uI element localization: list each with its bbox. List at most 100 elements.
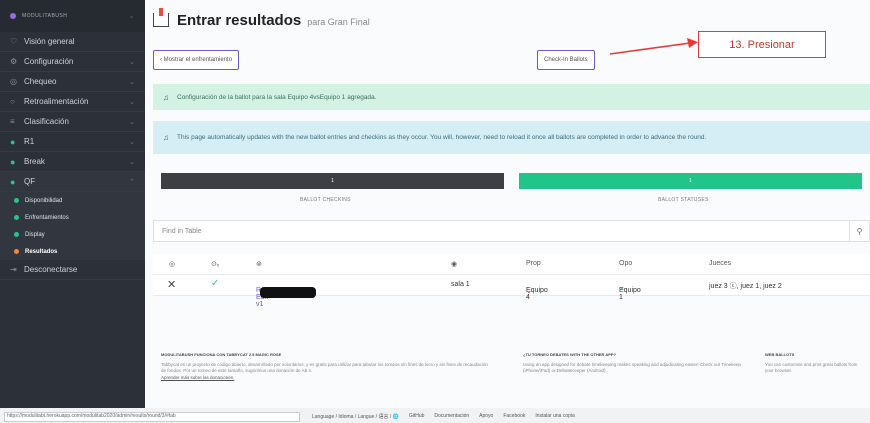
status-url: https://modulitabt.herokuapp.com/modulit… xyxy=(4,412,300,422)
footer-links: Language / Idioma / Langue / 语言 / 🌐 GitH… xyxy=(312,413,575,420)
check-circle-icon: ◎ xyxy=(10,77,17,86)
sidebar-item-label: QF xyxy=(24,177,36,186)
status-bar: https://modulitabt.herokuapp.com/modulit… xyxy=(0,408,870,423)
sidebar-subitem-enfrentamientos[interactable]: Enfrentamientos xyxy=(0,209,145,226)
round-dot-icon: ● xyxy=(10,176,16,187)
show-draw-button[interactable]: ‹ Mostrar el enfrentamiento xyxy=(153,50,240,70)
sidebar-item-chequeo[interactable]: ◎ Chequeo ⌄ xyxy=(0,72,145,92)
sidebar-item-break[interactable]: ● Break ⌄ xyxy=(0,152,145,172)
upload-icon xyxy=(153,8,169,27)
edit-circle-icon[interactable]: ⊚ xyxy=(256,260,262,268)
chevron-down-icon: ⌄ xyxy=(129,58,135,66)
sidebar-item-retroalimentacion[interactable]: ○ Retroalimentación ⌄ xyxy=(0,92,145,112)
sidebar-item-clasificacion[interactable]: ≡ Clasificación ⌄ xyxy=(0,112,145,132)
annotation-arrow xyxy=(609,38,698,55)
language-link[interactable]: Language / Idioma / Langue / 语言 / 🌐 xyxy=(312,413,399,420)
docs-link[interactable]: Documentación xyxy=(434,413,469,420)
list-icon: ≡ xyxy=(10,117,15,126)
github-link[interactable]: GitHub xyxy=(409,413,425,420)
column-header-prop[interactable]: Prop xyxy=(526,260,541,267)
annotation-label: 13. Presionar xyxy=(698,31,826,58)
sidebar-item-label: Clasificación xyxy=(24,117,69,126)
pin-icon[interactable]: ◉ xyxy=(451,260,457,268)
footer-col-apps: ¿TU TORNEO DEBATES WITH THE OTHER APP? U… xyxy=(523,352,748,375)
sidebar-item-r1[interactable]: ● R1 ⌄ xyxy=(0,132,145,152)
comment-icon: ○ xyxy=(10,97,15,106)
column-header-jueces[interactable]: Jueces xyxy=(709,260,731,267)
success-alert-text: Configuración de la ballot para la sala … xyxy=(177,93,377,101)
ballot-checkins-bar: 1 xyxy=(161,173,504,189)
ballot-statuses-label: BALLOT STATUSES xyxy=(658,197,709,203)
footer-heading: WEB BALLOTS xyxy=(765,352,795,357)
table-row: ✕ ✓ Re-Edit v1 sala 1 ⌄ Equipo 4 ⌃ Equip… xyxy=(153,275,870,308)
sidebar-subitem-label: Disponibilidad xyxy=(25,197,63,204)
bullet-icon xyxy=(14,198,19,203)
page-title: Entrar resultados xyxy=(177,11,302,29)
sidebar-item-configuracion[interactable]: ⚙ Configuración ⌄ xyxy=(0,52,145,72)
sidebar-item-vision-general[interactable]: ♡ Visión general xyxy=(0,32,145,52)
sidebar-brand[interactable]: MODULITABUSH ⌄ xyxy=(0,0,145,32)
ballot-statuses-bar: 1 xyxy=(519,173,862,189)
check-out-icon[interactable]: ⊙ₓ xyxy=(211,260,219,268)
sidebar-subitem-label: Resultados xyxy=(25,248,58,255)
opo-team-name: Equipo 1 xyxy=(619,287,641,301)
install-link[interactable]: Instalar una copia xyxy=(535,413,574,420)
status-x-icon: ✕ xyxy=(167,279,177,291)
sidebar: MODULITABUSH ⌄ ♡ Visión general ⚙ Config… xyxy=(0,0,145,410)
redacted-name xyxy=(260,287,316,298)
prop-team-name: Equipo 4 xyxy=(526,287,548,301)
bullet-icon xyxy=(14,215,19,220)
logout-icon: ⇥ xyxy=(10,265,17,274)
sidebar-subitem-resultados[interactable]: Resultados xyxy=(0,243,145,260)
sidebar-subitem-disponibilidad[interactable]: Disponibilidad xyxy=(0,192,145,209)
sidebar-item-label: Break xyxy=(24,157,45,166)
footer-col-tabbycat: MODULITABUSH FUNCIONA CON TABBYCAT 2.5 M… xyxy=(161,352,491,381)
footer-col-ballots: WEB BALLOTS You can customise and print … xyxy=(765,352,865,375)
sidebar-item-logout[interactable]: ⇥ Desconectarse xyxy=(0,260,145,280)
footer-text: Tabbycat es un proyecto de código abiert… xyxy=(161,361,488,374)
bell-icon: ♫ xyxy=(163,133,169,142)
table-search[interactable]: Find in Table ⚲ xyxy=(153,220,870,242)
sidebar-item-qf[interactable]: ● QF ⌃ xyxy=(0,172,145,192)
checkmark-icon: ✓ xyxy=(211,278,220,289)
ballot-checkins-value: 1 xyxy=(331,178,334,184)
bullet-icon xyxy=(14,232,19,237)
sidebar-item-label: Configuración xyxy=(24,57,74,66)
chevron-down-icon: ⌄ xyxy=(129,118,135,126)
round-dot-icon: ● xyxy=(10,136,16,147)
chevron-down-icon: ⌄ xyxy=(129,138,135,146)
sidebar-subitem-label: Display xyxy=(25,231,45,238)
circle-outline-icon: ♡ xyxy=(10,37,18,46)
judges-cell: juez 3 ⓒ, juez 1, juez 2 xyxy=(709,283,782,290)
page-subtitle: para Gran Final xyxy=(307,17,370,27)
brand-logo-icon xyxy=(10,13,16,19)
chevron-down-icon: ⌄ xyxy=(129,158,135,166)
search-input[interactable]: Find in Table xyxy=(162,228,202,235)
info-alert: ♫ This page automatically updates with t… xyxy=(153,121,870,154)
sidebar-item-label: Visión general xyxy=(24,37,75,46)
facebook-link[interactable]: Facebook xyxy=(503,413,525,420)
footer-text: You can customise and print great ballot… xyxy=(765,361,858,374)
support-link[interactable]: Apoyo xyxy=(479,413,493,420)
sidebar-subitem-label: Enfrentamientos xyxy=(25,214,69,221)
donation-link[interactable]: Aprender más sobre las donaciones. xyxy=(161,375,491,382)
chevron-down-icon: ⌄ xyxy=(129,98,135,106)
brand-name: MODULITABUSH xyxy=(22,13,68,19)
search-icon[interactable]: ⚲ xyxy=(849,221,869,241)
venue-cell: sala 1 xyxy=(451,281,470,288)
footer-heading: ¿TU TORNEO DEBATES WITH THE OTHER APP? xyxy=(523,352,617,357)
sidebar-item-label: Desconectarse xyxy=(24,265,78,274)
round-dot-icon: ● xyxy=(10,156,16,167)
ballot-statuses-value: 1 xyxy=(689,178,692,184)
column-header-opo[interactable]: Opo xyxy=(619,260,632,267)
chevron-down-icon: ⌄ xyxy=(128,13,135,20)
gear-icon: ⚙ xyxy=(10,57,18,66)
sidebar-subitem-display[interactable]: Display xyxy=(0,226,145,243)
info-alert-text: This page automatically updates with the… xyxy=(177,134,707,141)
footer-text: Using an app designed for debate timekee… xyxy=(523,361,741,374)
target-icon[interactable]: ◎ xyxy=(169,260,175,268)
bullet-icon xyxy=(14,249,19,254)
chevron-down-icon: ⌄ xyxy=(129,78,135,86)
check-in-ballots-button[interactable]: Check-In Ballots xyxy=(537,50,595,70)
table-header-row: ◎ ⊙ₓ ⊚ ◉ Prop Opo Jueces xyxy=(153,254,870,275)
